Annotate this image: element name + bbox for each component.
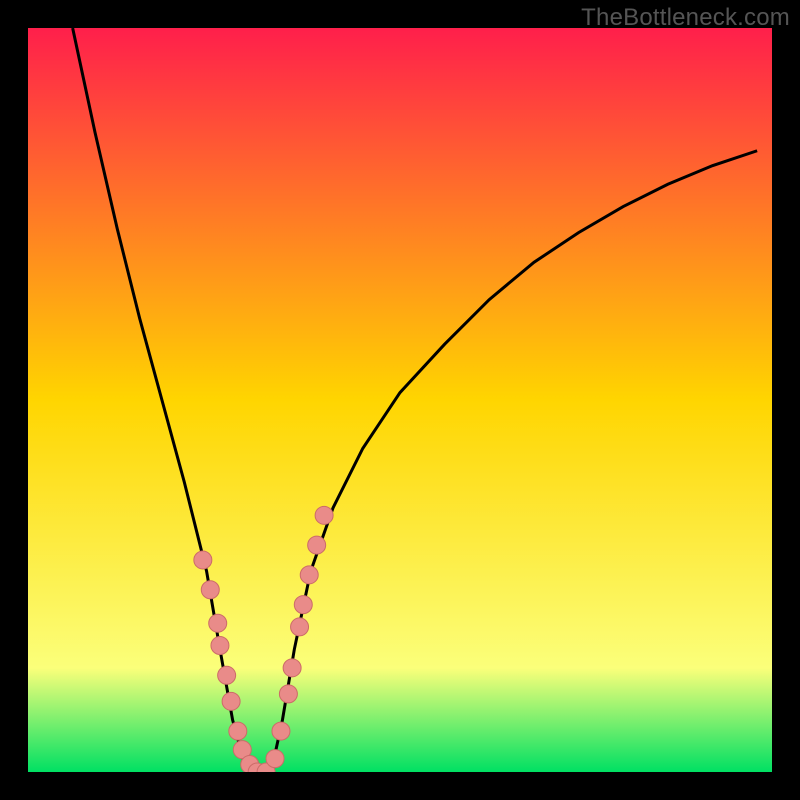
bottleneck-chart <box>28 28 772 772</box>
sample-dot <box>194 551 212 569</box>
sample-dot <box>222 692 240 710</box>
sample-dot <box>315 506 333 524</box>
sample-dot <box>294 596 312 614</box>
sample-dot <box>300 566 318 584</box>
outer-frame: TheBottleneck.com <box>0 0 800 800</box>
sample-dot <box>211 637 229 655</box>
sample-dot <box>291 618 309 636</box>
gradient-background <box>28 28 772 772</box>
sample-dot <box>272 722 290 740</box>
sample-dot <box>201 581 219 599</box>
sample-dot <box>209 614 227 632</box>
sample-dot <box>266 750 284 768</box>
sample-dot <box>283 659 301 677</box>
sample-dot <box>218 666 236 684</box>
sample-dot <box>229 722 247 740</box>
sample-dot <box>279 685 297 703</box>
sample-dot <box>308 536 326 554</box>
